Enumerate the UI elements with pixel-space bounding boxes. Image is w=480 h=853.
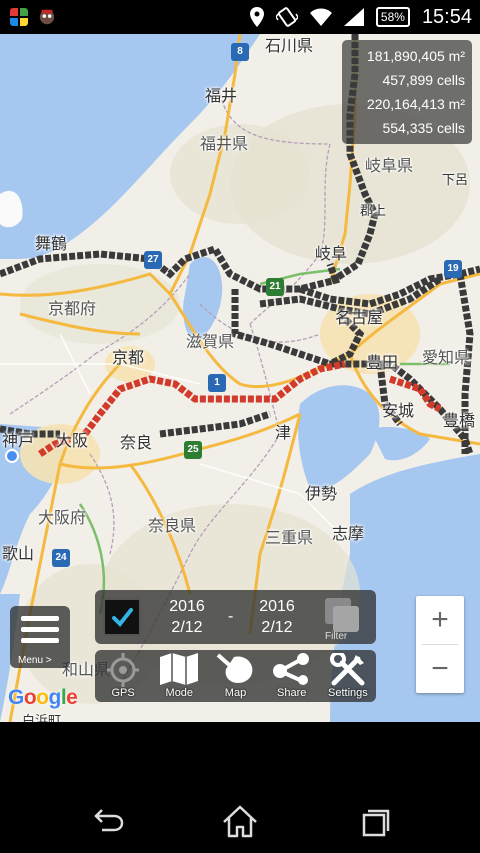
label-mie-pref: 三重県 (265, 528, 314, 547)
label-nara: 奈良 (120, 433, 153, 452)
filter-button[interactable]: Filter (321, 596, 365, 642)
mode-button[interactable]: Mode (151, 650, 207, 702)
start-year: 2016 (169, 598, 205, 615)
label-shirahama: 白浜町 (22, 714, 62, 722)
end-day: 2/12 (261, 619, 293, 636)
label-nara-pref: 奈良県 (148, 516, 197, 535)
route-8-shield: 8 (231, 43, 249, 61)
date-separator: - (228, 608, 234, 625)
label-osaka-pref: 大阪府 (38, 508, 87, 527)
status-bar: 58% 15:54 (0, 0, 480, 34)
filtered-area: 220,164,413 m² (366, 96, 465, 112)
mikawa-bay (370, 427, 430, 461)
vibrate-icon (275, 7, 298, 27)
label-nagoya: 名古屋 (335, 308, 384, 327)
date-filter-checkbox[interactable] (103, 598, 141, 636)
ise-bay (298, 385, 380, 490)
start-date-button[interactable]: 2016 2/12 (157, 596, 217, 638)
notification-character-icon (39, 9, 55, 25)
back-icon[interactable] (88, 802, 128, 842)
recent-apps-icon[interactable] (353, 802, 393, 842)
signal-icon (343, 8, 364, 26)
filter-label: Filter (325, 631, 348, 642)
settings-label: Settings (328, 687, 368, 699)
label-kayama: 歌山 (2, 544, 35, 563)
share-button[interactable]: Share (264, 650, 320, 702)
gps-target-icon (107, 653, 140, 687)
filtered-cells: 554,335 cells (382, 120, 465, 136)
label-ishikawa: 石川県 (265, 36, 314, 55)
label-gujo: 郡上 (360, 204, 387, 219)
route-27-shield: 27 (144, 251, 162, 269)
label-gifu-pref: 岐阜県 (365, 156, 414, 175)
map-label: Map (224, 687, 247, 699)
label-shimoro: 下呂 (442, 173, 469, 188)
map-button[interactable]: Map (207, 650, 263, 702)
map-type-icon (216, 653, 252, 683)
route-1-shield: 1 (208, 374, 226, 392)
wifi-icon (309, 8, 332, 26)
checkmark-icon (112, 608, 133, 628)
gps-label: GPS (111, 687, 135, 699)
label-kyoto: 京都 (112, 348, 145, 367)
mode-label: Mode (165, 687, 194, 699)
zoom-out-button[interactable]: − (416, 645, 464, 693)
label-maizuru: 舞鶴 (35, 234, 68, 253)
coverage-stats-panel: 181,890,405 m² 457,899 cells 220,164,413… (342, 40, 472, 144)
label-toyota: 豊田 (366, 353, 399, 372)
map-view[interactable]: 石川県 福井 福井県 岐阜県 下呂 郡上 舞鶴 岐阜 京都府 滋賀県 名古屋 京… (0, 34, 480, 722)
battery-icon: 58% (375, 7, 410, 27)
label-kyoto-pref: 京都府 (48, 299, 97, 318)
end-year: 2016 (259, 598, 295, 615)
route-19-shield: 19 (444, 260, 462, 278)
bottom-toolbar: GPS Mode Map Share Settings (95, 650, 376, 702)
clock: 15:54 (421, 5, 472, 28)
notification-icons (10, 8, 56, 26)
zoom-controls: + − (416, 596, 464, 693)
filter-icon-front (333, 606, 359, 632)
hamburger-icon (21, 616, 59, 649)
label-toyohashi: 豊橋 (443, 411, 476, 430)
route-24-shield: 24 (52, 549, 70, 567)
label-shima: 志摩 (332, 524, 365, 543)
label-gifu: 岐阜 (315, 244, 348, 263)
total-cells: 457,899 cells (382, 72, 465, 88)
menu-label: Menu > (18, 655, 52, 666)
label-osaka: 大阪 (56, 431, 89, 450)
gps-button[interactable]: GPS (95, 650, 151, 702)
tools-icon (329, 653, 365, 686)
navigation-bar (0, 722, 480, 853)
share-icon (272, 653, 309, 685)
end-date-button[interactable]: 2016 2/12 (247, 596, 307, 638)
folded-map-icon (160, 653, 199, 685)
home-icon[interactable] (220, 802, 260, 842)
label-aichi-pref: 愛知県 (422, 348, 471, 367)
status-indicators: 58% 15:54 (249, 0, 472, 34)
date-filter-panel: 2016 2/12 - 2016 2/12 Filter (95, 590, 376, 644)
route-25-shield: 25 (184, 441, 202, 459)
zoom-in-button[interactable]: + (416, 596, 464, 644)
total-area: 181,890,405 m² (366, 48, 465, 64)
label-anjo: 安城 (382, 401, 415, 420)
label-fukui-pref: 福井県 (200, 134, 249, 153)
label-ise: 伊勢 (305, 484, 338, 503)
share-label: Share (277, 687, 307, 699)
start-day: 2/12 (171, 619, 203, 636)
label-tsu: 津 (275, 423, 292, 442)
settings-button[interactable]: Settings (320, 650, 376, 702)
notification-app-icon (10, 8, 28, 26)
location-icon (249, 7, 264, 27)
label-fukui-city: 福井 (205, 86, 238, 105)
google-logo: Google (8, 686, 78, 709)
label-shiga-pref: 滋賀県 (186, 332, 235, 351)
current-location-dot (5, 449, 19, 463)
menu-button[interactable]: Menu > (10, 606, 70, 668)
label-kobe: 神戸 (2, 431, 35, 450)
route-21-shield: 21 (266, 278, 284, 296)
